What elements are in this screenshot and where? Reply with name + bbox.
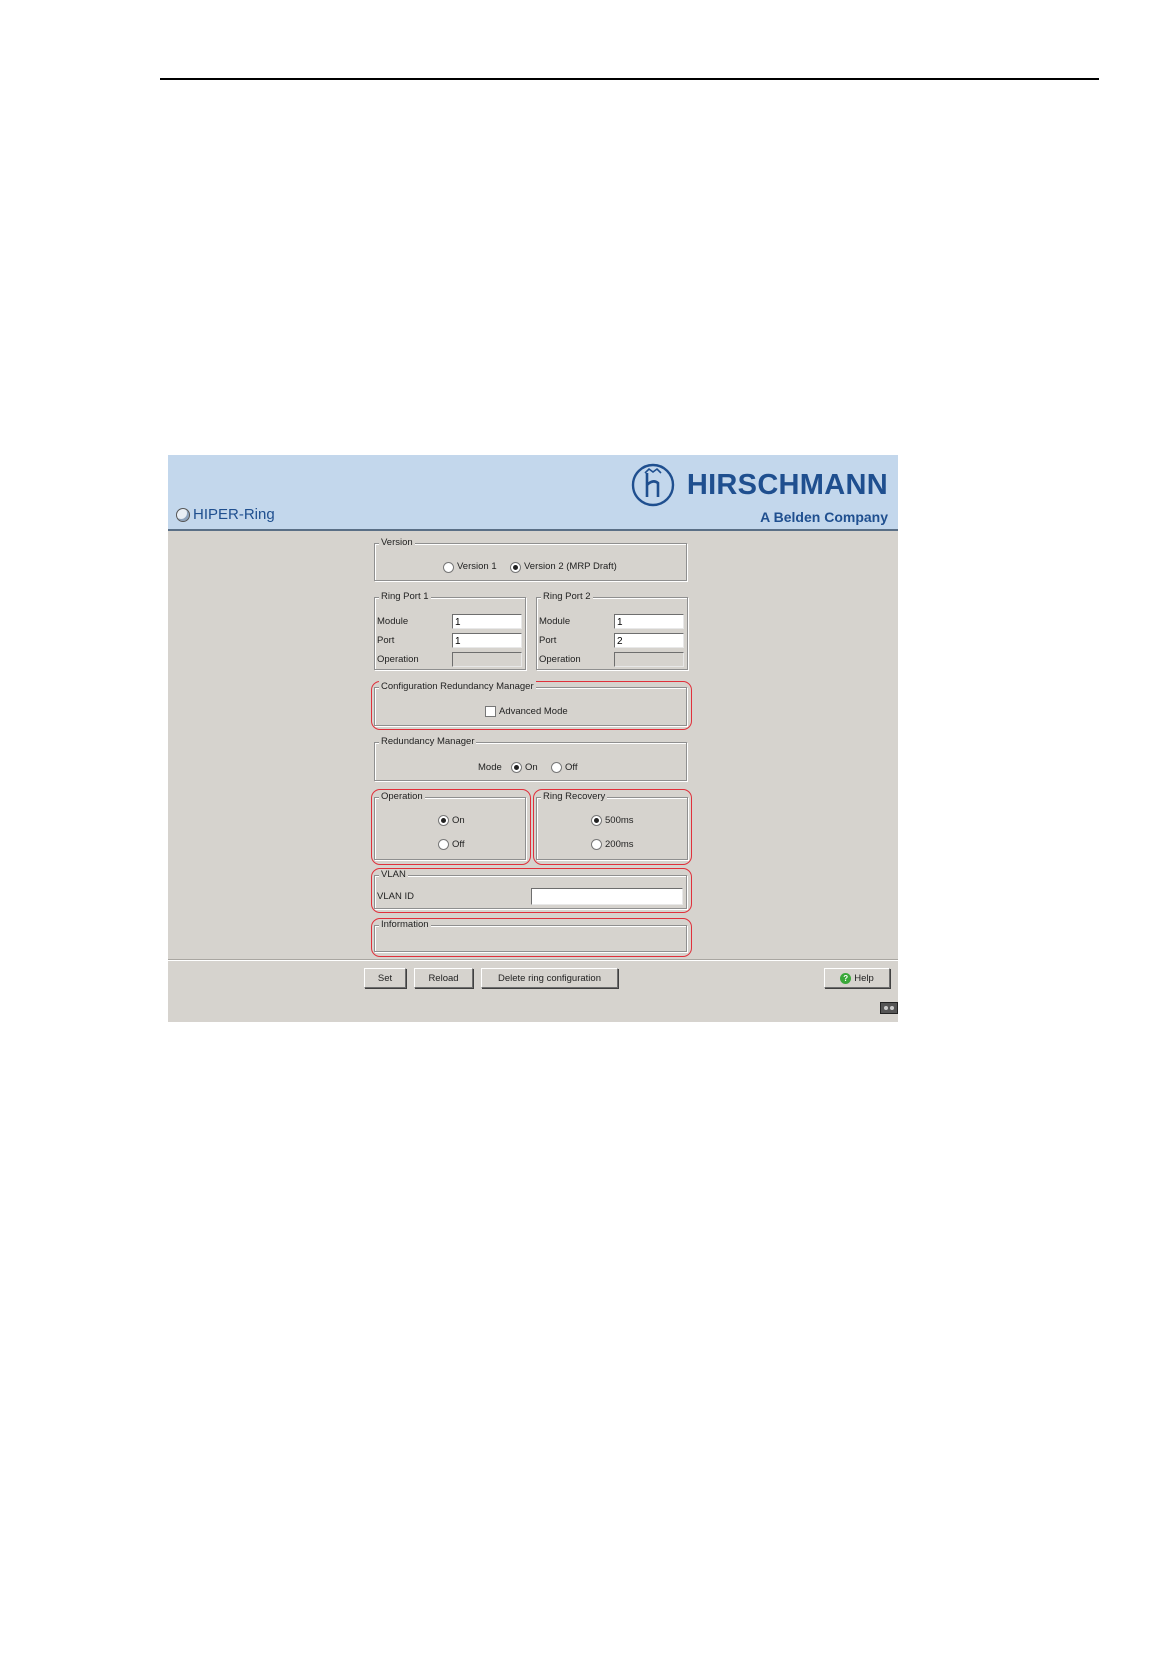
ring-recovery-legend: Ring Recovery bbox=[541, 791, 608, 803]
recovery-500ms-label: 500ms bbox=[605, 815, 634, 826]
version-group: Version Version 1 Version 2 (MRP Draft) bbox=[374, 537, 687, 581]
delete-ring-configuration-button[interactable]: Delete ring configuration bbox=[481, 968, 618, 988]
redundancy-manager-group: Redundancy Manager Mode On Off bbox=[374, 736, 687, 781]
ring-port-2-port-input[interactable]: 2 bbox=[614, 633, 684, 648]
recovery-200ms-radio[interactable] bbox=[591, 839, 602, 850]
ring-port-2-module-input[interactable]: 1 bbox=[614, 614, 684, 629]
mode-label: Mode bbox=[478, 762, 502, 773]
vlan-legend: VLAN bbox=[379, 869, 408, 881]
mode-off-label: Off bbox=[565, 762, 578, 773]
vlan-group: VLAN VLAN ID bbox=[374, 869, 687, 909]
reload-button[interactable]: Reload bbox=[414, 968, 473, 988]
version-2-label: Version 2 (MRP Draft) bbox=[524, 561, 617, 572]
vlan-id-input[interactable] bbox=[531, 888, 683, 905]
brand-logo: HIRSCHMANN A Belden Company bbox=[631, 463, 888, 525]
ring-port-2-operation-field bbox=[614, 652, 684, 667]
operation-on-label: On bbox=[452, 815, 465, 826]
set-button[interactable]: Set bbox=[364, 968, 406, 988]
ring-port-1-module-label: Module bbox=[377, 616, 409, 627]
mode-off-radio[interactable] bbox=[551, 762, 562, 773]
set-button-label: Set bbox=[377, 972, 393, 984]
recovery-500ms-radio[interactable] bbox=[591, 815, 602, 826]
config-redundancy-manager-group: Configuration Redundancy Manager Advance… bbox=[374, 681, 687, 726]
redundancy-manager-legend: Redundancy Manager bbox=[379, 736, 477, 748]
operation-group: Operation On Off bbox=[374, 791, 526, 860]
help-button[interactable]: ? Help bbox=[824, 968, 890, 988]
button-bar: Set Reload Delete ring configuration ? H… bbox=[168, 960, 898, 1023]
version-1-radio[interactable] bbox=[443, 562, 454, 573]
ring-port-2-port-label: Port bbox=[539, 635, 557, 646]
page-title: HIPER-Ring bbox=[176, 506, 275, 523]
ring-port-1-legend: Ring Port 1 bbox=[379, 591, 431, 603]
operation-on-radio[interactable] bbox=[438, 815, 449, 826]
dialog-icon bbox=[176, 507, 190, 522]
ring-port-1-operation-label: Operation bbox=[377, 654, 419, 665]
advanced-mode-checkbox[interactable] bbox=[485, 706, 496, 717]
connection-status-icon bbox=[880, 1002, 898, 1014]
header-banner: HIPER-Ring HIRSCHMANN A Belden Company bbox=[168, 455, 898, 531]
operation-off-radio[interactable] bbox=[438, 839, 449, 850]
ring-port-2-legend: Ring Port 2 bbox=[541, 591, 593, 603]
help-icon: ? bbox=[840, 972, 852, 984]
page-title-text: HIPER-Ring bbox=[193, 506, 275, 523]
ring-port-1-port-label: Port bbox=[377, 635, 395, 646]
hirschmann-logo-icon bbox=[631, 463, 675, 507]
brand-name: HIRSCHMANN bbox=[686, 468, 888, 501]
operation-off-label: Off bbox=[452, 839, 465, 850]
information-group: Information bbox=[374, 919, 687, 952]
ring-port-2-module-label: Module bbox=[539, 616, 571, 627]
version-1-label: Version 1 bbox=[457, 561, 497, 572]
page-top-rule bbox=[160, 78, 1099, 80]
recovery-200ms-label: 200ms bbox=[605, 839, 634, 850]
ring-port-1-operation-field bbox=[452, 652, 522, 667]
mode-on-radio[interactable] bbox=[511, 762, 522, 773]
ring-port-1-port-input[interactable]: 1 bbox=[452, 633, 522, 648]
config-redundancy-manager-legend: Configuration Redundancy Manager bbox=[379, 681, 536, 693]
brand-tagline: A Belden Company bbox=[760, 509, 888, 525]
vlan-id-label: VLAN ID bbox=[377, 891, 414, 902]
hiper-ring-window: HIPER-Ring HIRSCHMANN A Belden Company V… bbox=[168, 455, 898, 1022]
version-legend: Version bbox=[379, 537, 415, 549]
reload-button-label: Reload bbox=[428, 972, 459, 984]
ring-port-1-module-input[interactable]: 1 bbox=[452, 614, 522, 629]
ring-recovery-group: Ring Recovery 500ms 200ms bbox=[536, 791, 688, 860]
mode-on-label: On bbox=[525, 762, 538, 773]
version-2-radio[interactable] bbox=[510, 562, 521, 573]
ring-port-2-group: Ring Port 2 Module 1 Port 2 Operation bbox=[536, 591, 688, 670]
delete-button-label: Delete ring configuration bbox=[498, 972, 601, 984]
ring-port-1-group: Ring Port 1 Module 1 Port 1 Operation bbox=[374, 591, 526, 670]
information-legend: Information bbox=[379, 919, 431, 931]
operation-legend: Operation bbox=[379, 791, 425, 803]
advanced-mode-label: Advanced Mode bbox=[499, 706, 568, 717]
help-button-label: Help bbox=[854, 972, 874, 984]
ring-port-2-operation-label: Operation bbox=[539, 654, 581, 665]
